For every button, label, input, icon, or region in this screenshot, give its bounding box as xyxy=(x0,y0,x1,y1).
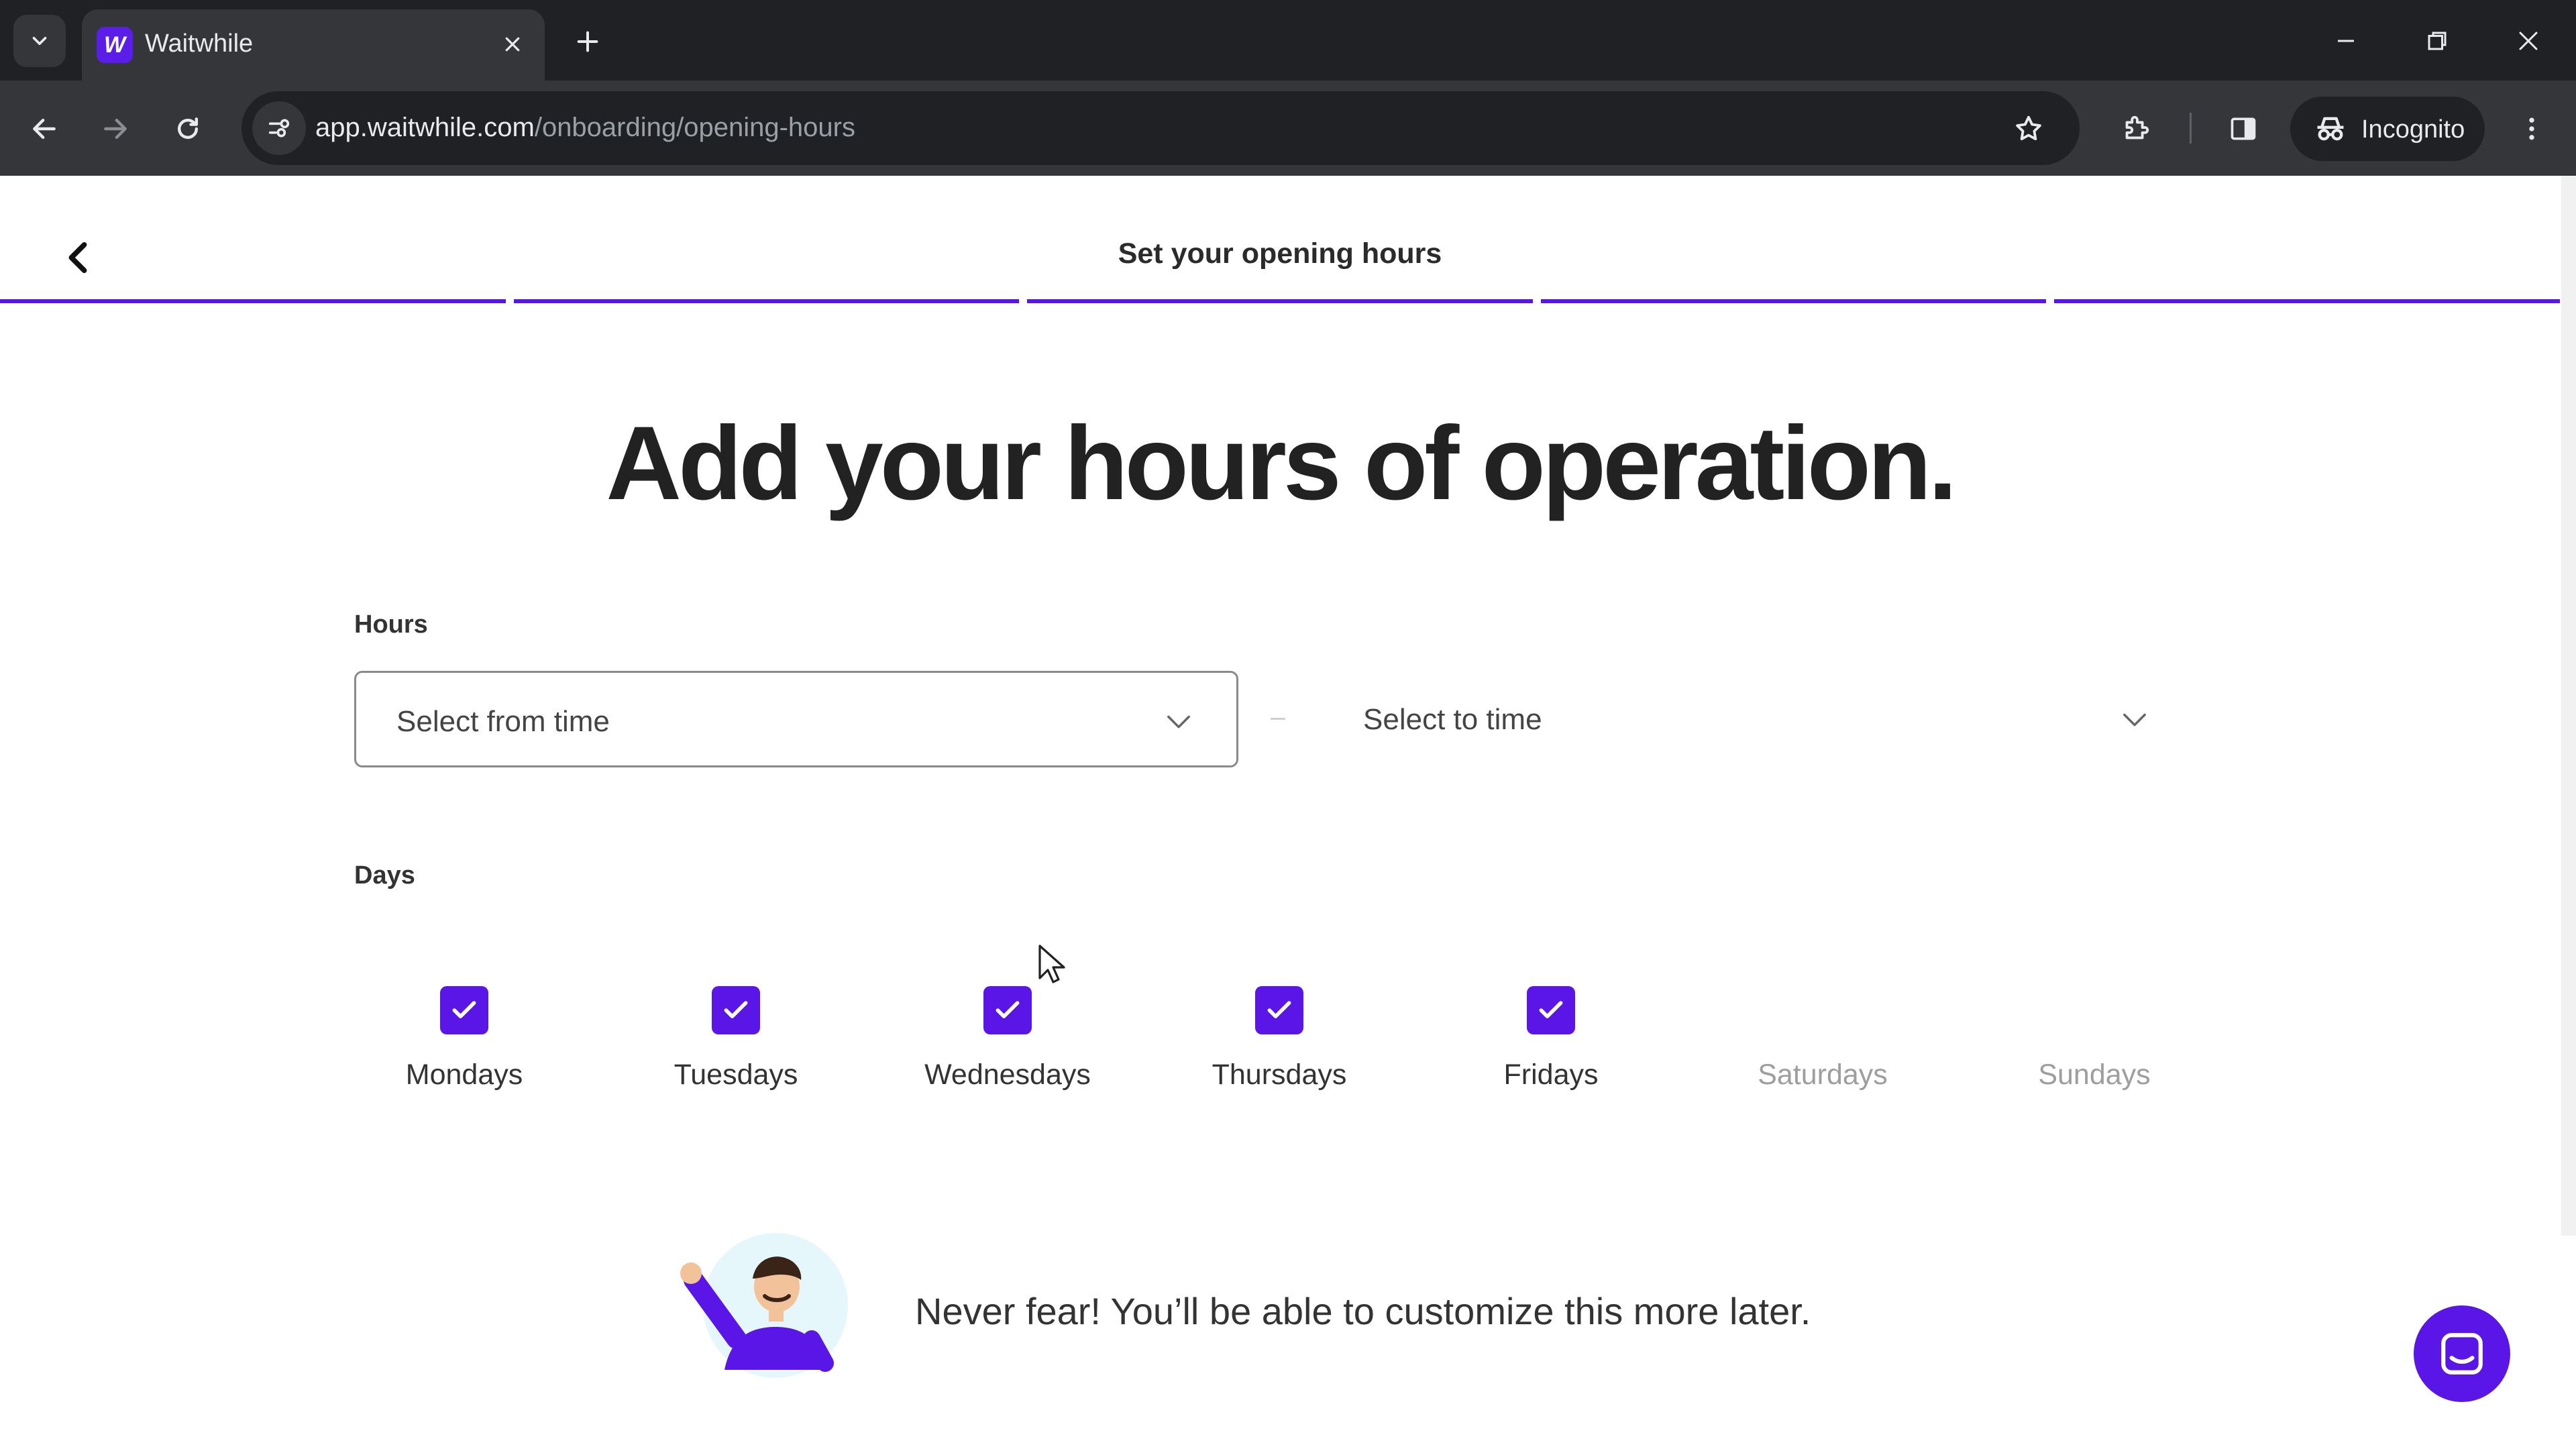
incognito-label: Incognito xyxy=(2361,115,2465,144)
extensions-button[interactable] xyxy=(2109,102,2163,156)
day-label: Wednesdays xyxy=(924,1059,1091,1091)
tab-search-button[interactable] xyxy=(13,15,66,67)
chevron-down-icon xyxy=(2123,713,2146,727)
mouse-cursor-icon xyxy=(1038,945,1065,983)
day-checkbox[interactable] xyxy=(1527,986,1575,1034)
day-checkbox[interactable] xyxy=(712,986,760,1034)
day-option-wednesdays[interactable]: Wednesdays xyxy=(887,986,1128,1120)
page-headline: Add your hours of operation. xyxy=(606,405,1957,522)
restore-icon xyxy=(2428,32,2447,50)
day-checkbox[interactable] xyxy=(1799,986,1847,1034)
forward-arrow-icon xyxy=(104,118,127,140)
day-label: Thursdays xyxy=(1212,1059,1347,1091)
checkmark-icon xyxy=(452,1001,476,1018)
close-icon xyxy=(505,37,520,52)
plus-icon xyxy=(577,31,598,52)
new-tab-button[interactable] xyxy=(564,17,612,66)
day-label: Saturdays xyxy=(1758,1059,1888,1091)
close-icon xyxy=(2519,32,2538,50)
chevron-down-icon xyxy=(1167,715,1190,729)
toolbar-separator xyxy=(2190,113,2192,144)
day-checkbox[interactable] xyxy=(440,986,488,1034)
to-time-select[interactable]: Select to time xyxy=(1320,671,2186,767)
customize-later-note: Never fear! You’ll be able to customize … xyxy=(915,1290,1811,1332)
progress-segment xyxy=(0,299,506,303)
minimize-icon xyxy=(2338,40,2354,42)
progress-segment xyxy=(2054,299,2560,303)
incognito-profile-button[interactable]: Incognito xyxy=(2290,97,2485,161)
back-button[interactable] xyxy=(17,102,71,156)
day-label: Tuesdays xyxy=(674,1059,798,1091)
checkmark-icon xyxy=(1267,1001,1291,1018)
window-restore-button[interactable] xyxy=(2400,11,2474,71)
bookmark-star-button[interactable] xyxy=(2004,105,2053,153)
star-icon xyxy=(2016,115,2041,141)
side-panel-button[interactable] xyxy=(2216,102,2270,156)
kebab-menu-icon xyxy=(2529,117,2534,140)
progress-segment xyxy=(1540,299,2047,303)
day-option-mondays[interactable]: Mondays xyxy=(343,986,585,1120)
site-settings-button[interactable] xyxy=(252,101,306,155)
page-header-title: Set your opening hours xyxy=(1118,237,1442,270)
side-panel-icon xyxy=(2231,117,2256,140)
time-range-separator xyxy=(1271,718,1285,720)
reload-button[interactable] xyxy=(161,102,215,156)
onboarding-page: Set your opening hours Add your hours of… xyxy=(0,176,2576,1449)
address-bar[interactable]: app.waitwhile.com/onboarding/opening-hou… xyxy=(241,91,2080,165)
day-label: Fridays xyxy=(1503,1059,1599,1091)
day-checkbox[interactable] xyxy=(1255,986,1303,1034)
checkmark-icon xyxy=(724,1001,748,1018)
day-option-thursdays[interactable]: Thursdays xyxy=(1159,986,1400,1120)
progress-segment xyxy=(513,299,1020,303)
window-minimize-button[interactable] xyxy=(2309,11,2383,71)
from-time-select[interactable]: Select from time xyxy=(354,671,1238,767)
url-host: app.waitwhile.com xyxy=(315,113,535,142)
tab-close-button[interactable] xyxy=(494,25,531,63)
chat-icon xyxy=(2441,1333,2483,1375)
waitwhile-favicon: W xyxy=(97,27,133,63)
day-option-fridays[interactable]: Fridays xyxy=(1430,986,1672,1120)
browser-menu-button[interactable] xyxy=(2505,102,2559,156)
days-label: Days xyxy=(354,861,415,890)
day-checkbox[interactable] xyxy=(983,986,1032,1034)
browser-toolbar: app.waitwhile.com/onboarding/opening-hou… xyxy=(0,80,2576,176)
hours-label: Hours xyxy=(354,610,428,639)
window-close-button[interactable] xyxy=(2491,11,2565,71)
tab-search-icon xyxy=(32,36,47,46)
checkmark-icon xyxy=(1539,1001,1563,1018)
day-option-saturdays[interactable]: Saturdays xyxy=(1702,986,1943,1120)
site-settings-icon xyxy=(268,119,290,138)
waving-person-illustration xyxy=(680,1233,848,1378)
forward-button[interactable] xyxy=(89,102,142,156)
day-option-tuesdays[interactable]: Tuesdays xyxy=(615,986,857,1120)
url-path: /onboarding/opening-hours xyxy=(534,113,855,142)
url-text[interactable]: app.waitwhile.com/onboarding/opening-hou… xyxy=(315,113,855,143)
day-option-sundays[interactable]: Sundays xyxy=(1974,986,2215,1120)
extensions-icon xyxy=(2125,115,2149,140)
day-label: Mondays xyxy=(405,1059,523,1091)
browser-tab-strip: W Waitwhile xyxy=(0,0,2576,80)
progress-segment xyxy=(1027,299,1533,303)
from-time-placeholder: Select from time xyxy=(396,705,610,738)
checkmark-icon xyxy=(996,1001,1020,1018)
tab-title: Waitwhile xyxy=(145,30,254,58)
day-checkbox[interactable] xyxy=(2070,986,2118,1034)
incognito-icon xyxy=(2317,117,2344,141)
back-arrow-icon xyxy=(33,118,56,140)
onboarding-progress-bar xyxy=(0,299,2560,303)
to-time-placeholder: Select to time xyxy=(1363,703,1542,736)
reload-icon xyxy=(177,117,199,140)
chat-launcher-button[interactable] xyxy=(2414,1305,2510,1402)
page-scrollbar[interactable] xyxy=(2561,176,2576,1236)
browser-tab-waitwhile[interactable]: W Waitwhile xyxy=(82,9,545,80)
day-label: Sundays xyxy=(2038,1059,2151,1091)
